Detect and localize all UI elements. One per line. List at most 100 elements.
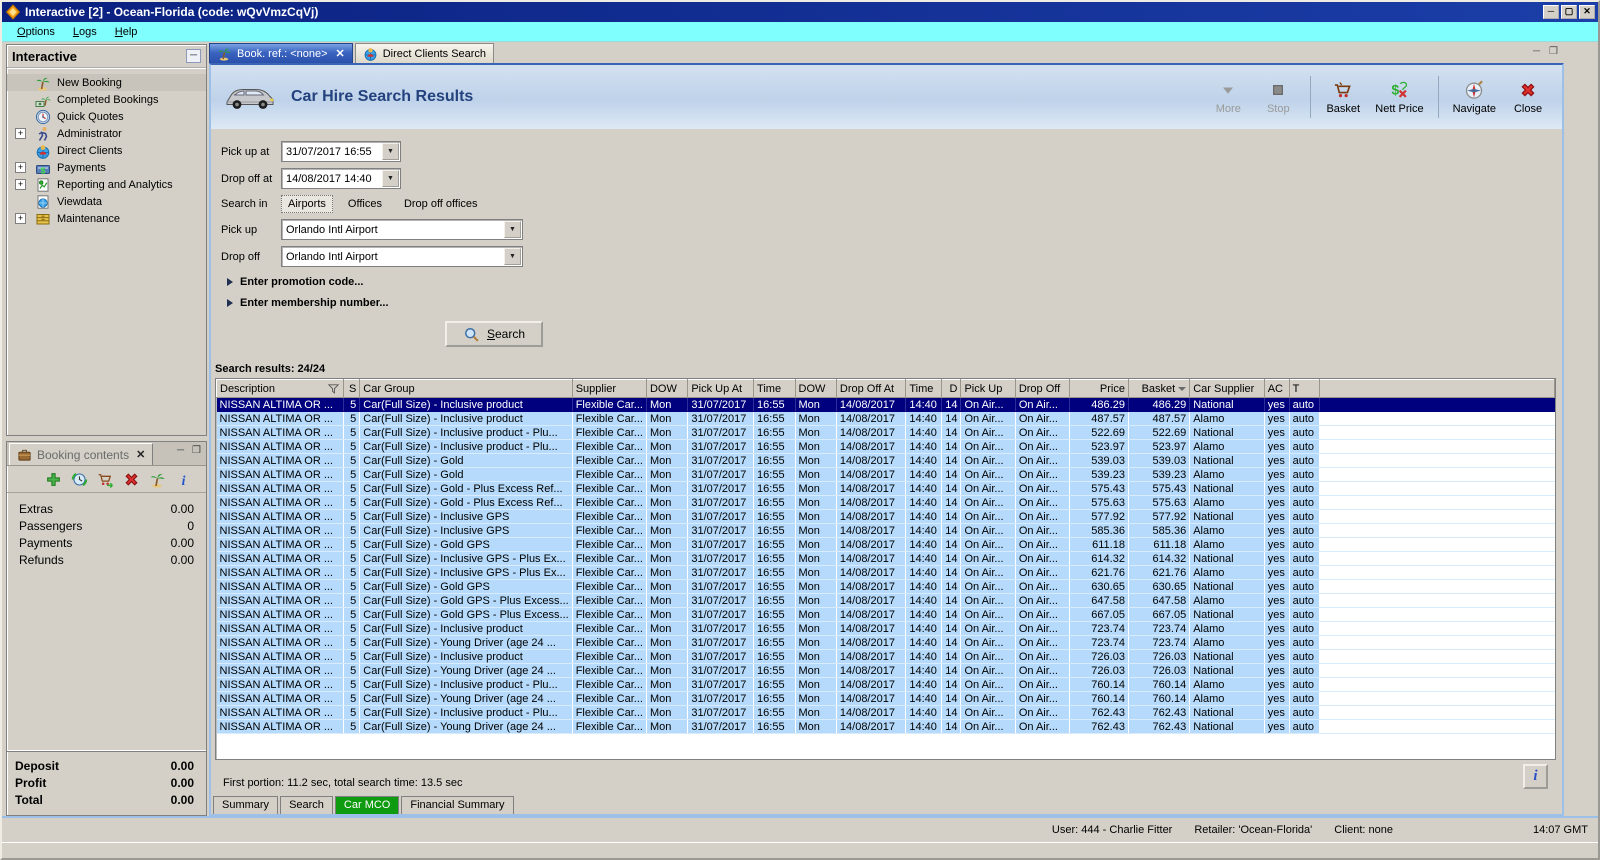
navigate-button[interactable]: Navigate <box>1449 80 1500 115</box>
dropoff-at-field[interactable]: 14/08/2017 14:40 ▼ <box>281 168 401 189</box>
close-button[interactable]: Close <box>1506 80 1550 115</box>
booking-panel-maximize-button[interactable]: ❒ <box>192 445 201 456</box>
tree-expander-icon[interactable]: + <box>15 128 26 139</box>
column-header-price[interactable]: Price <box>1070 380 1129 398</box>
pickup-dropdown-icon[interactable]: ▼ <box>504 221 521 238</box>
collapse-panel-button[interactable]: ─ <box>186 49 201 63</box>
pickup-at-field[interactable]: 31/07/2017 16:55 ▼ <box>281 141 401 162</box>
table-row[interactable]: NISSAN ALTIMA OR ...5Car(Full Size) - In… <box>217 524 1555 538</box>
membership-number-expander[interactable]: Enter membership number... <box>227 297 1562 309</box>
promotion-code-expander[interactable]: Enter promotion code... <box>227 276 1562 288</box>
booking-panel-minimize-button[interactable]: ─ <box>177 445 184 456</box>
table-row[interactable]: NISSAN ALTIMA OR ...5Car(Full Size) - In… <box>217 566 1555 580</box>
bottom-tab-car-mco[interactable]: Car MCO <box>335 796 399 814</box>
table-row[interactable]: NISSAN ALTIMA OR ...5Car(Full Size) - In… <box>217 552 1555 566</box>
dropoff-dropdown-icon[interactable]: ▼ <box>504 248 521 265</box>
dropoff-combobox[interactable]: Orlando Intl Airport ▼ <box>281 246 523 267</box>
close-button[interactable]: ✕ <box>1579 5 1595 19</box>
tree-expander-icon[interactable]: + <box>15 213 26 224</box>
search-in-option-drop-off-offices[interactable]: Drop off offices <box>397 195 485 213</box>
cart-go-icon[interactable] <box>97 471 114 488</box>
table-row[interactable]: NISSAN ALTIMA OR ...5Car(Full Size) - In… <box>217 678 1555 692</box>
table-row[interactable]: NISSAN ALTIMA OR ...5Car(Full Size) - In… <box>217 650 1555 664</box>
menu-item-help[interactable]: Help <box>106 24 147 40</box>
column-header-car-supplier[interactable]: Car Supplier <box>1190 380 1265 398</box>
column-header-basket[interactable]: Basket <box>1128 380 1189 398</box>
tree-expander-icon[interactable]: + <box>15 179 26 190</box>
table-row[interactable]: NISSAN ALTIMA OR ...5Car(Full Size) - In… <box>217 398 1555 412</box>
column-header-t[interactable]: T <box>1289 380 1319 398</box>
tree-expander-icon[interactable]: + <box>15 162 26 173</box>
sidebar-item-new-booking[interactable]: New Booking <box>7 74 206 91</box>
menu-item-logs[interactable]: Logs <box>64 24 106 40</box>
column-header-time[interactable]: Time <box>906 380 942 398</box>
tab-direct-clients-search[interactable]: Direct Clients Search <box>355 43 494 63</box>
column-header-pick-up-at[interactable]: Pick Up At <box>688 380 754 398</box>
minimize-button[interactable]: ─ <box>1543 5 1559 19</box>
column-header-supplier[interactable]: Supplier <box>572 380 646 398</box>
table-row[interactable]: NISSAN ALTIMA OR ...5Car(Full Size) - In… <box>217 622 1555 636</box>
table-row[interactable]: NISSAN ALTIMA OR ...5Car(Full Size) - Go… <box>217 580 1555 594</box>
sidebar-item-administrator[interactable]: +Administrator <box>7 125 206 142</box>
delete-icon[interactable] <box>123 471 140 488</box>
table-row[interactable]: NISSAN ALTIMA OR ...5Car(Full Size) - Go… <box>217 482 1555 496</box>
booking-contents-close-icon[interactable]: ✕ <box>136 448 145 461</box>
info-icon[interactable]: i <box>175 471 192 488</box>
pickup-at-dropdown-icon[interactable]: ▼ <box>382 143 399 160</box>
table-row[interactable]: NISSAN ALTIMA OR ...5Car(Full Size) - Go… <box>217 454 1555 468</box>
column-header-d[interactable]: D <box>942 380 961 398</box>
column-header-drop-off[interactable]: Drop Off <box>1015 380 1070 398</box>
column-header-description[interactable]: Description <box>217 380 344 398</box>
table-row[interactable]: NISSAN ALTIMA OR ...5Car(Full Size) - Yo… <box>217 720 1555 734</box>
column-header-dow[interactable]: DOW <box>646 380 687 398</box>
tab-booking-ref[interactable]: Book. ref.: <none> ✕ <box>209 43 353 63</box>
nett-price-button[interactable]: $Nett Price <box>1371 80 1427 115</box>
sidebar-item-viewdata[interactable]: Viewdata <box>7 193 206 210</box>
info-button[interactable]: i <box>1523 764 1548 789</box>
table-row[interactable]: NISSAN ALTIMA OR ...5Car(Full Size) - In… <box>217 426 1555 440</box>
bottom-tab-summary[interactable]: Summary <box>213 796 278 814</box>
column-header-pick-up[interactable]: Pick Up <box>961 380 1015 398</box>
maximize-button[interactable]: ▢ <box>1561 5 1577 19</box>
palm-icon[interactable] <box>149 471 166 488</box>
search-in-option-offices[interactable]: Offices <box>341 195 389 213</box>
sidebar-item-direct-clients[interactable]: Direct Clients <box>7 142 206 159</box>
mdi-minimize-button[interactable]: ─ <box>1533 46 1540 57</box>
basket-button[interactable]: Basket <box>1321 80 1365 115</box>
table-row[interactable]: NISSAN ALTIMA OR ...5Car(Full Size) - Yo… <box>217 692 1555 706</box>
column-header-drop-off-at[interactable]: Drop Off At <box>836 380 905 398</box>
search-button[interactable]: Search <box>445 321 543 347</box>
table-row[interactable]: NISSAN ALTIMA OR ...5Car(Full Size) - Go… <box>217 468 1555 482</box>
booking-contents-tab[interactable]: Booking contents ✕ <box>9 443 153 465</box>
sidebar-item-payments[interactable]: +$Payments <box>7 159 206 176</box>
table-row[interactable]: NISSAN ALTIMA OR ...5Car(Full Size) - Go… <box>217 538 1555 552</box>
pickup-combobox[interactable]: Orlando Intl Airport ▼ <box>281 219 523 240</box>
column-header-dow[interactable]: DOW <box>795 380 836 398</box>
sidebar-item-quick-quotes[interactable]: Quick Quotes <box>7 108 206 125</box>
sidebar-item-reporting-and-analytics[interactable]: +Reporting and Analytics <box>7 176 206 193</box>
refresh-clock-icon[interactable] <box>71 471 88 488</box>
column-header-car-group[interactable]: Car Group <box>360 380 572 398</box>
dropoff-at-dropdown-icon[interactable]: ▼ <box>382 170 399 187</box>
plus-icon[interactable] <box>45 471 62 488</box>
menu-item-options[interactable]: Options <box>8 24 64 40</box>
bottom-tab-financial-summary[interactable]: Financial Summary <box>401 796 513 814</box>
table-row[interactable]: NISSAN ALTIMA OR ...5Car(Full Size) - Go… <box>217 594 1555 608</box>
table-row[interactable]: NISSAN ALTIMA OR ...5Car(Full Size) - In… <box>217 706 1555 720</box>
column-header-ac[interactable]: AC <box>1264 380 1289 398</box>
table-row[interactable]: NISSAN ALTIMA OR ...5Car(Full Size) - Go… <box>217 496 1555 510</box>
sidebar-item-completed-bookings[interactable]: Completed Bookings <box>7 91 206 108</box>
search-in-option-airports[interactable]: Airports <box>281 195 333 213</box>
bottom-tab-search[interactable]: Search <box>280 796 333 814</box>
table-row[interactable]: NISSAN ALTIMA OR ...5Car(Full Size) - Go… <box>217 608 1555 622</box>
sidebar-item-maintenance[interactable]: +Maintenance <box>7 210 206 227</box>
filter-icon[interactable] <box>327 382 340 395</box>
column-header-time[interactable]: Time <box>754 380 795 398</box>
table-row[interactable]: NISSAN ALTIMA OR ...5Car(Full Size) - In… <box>217 510 1555 524</box>
mdi-restore-button[interactable]: ❒ <box>1549 46 1558 57</box>
table-row[interactable]: NISSAN ALTIMA OR ...5Car(Full Size) - Yo… <box>217 664 1555 678</box>
column-header-s[interactable]: S <box>344 380 360 398</box>
table-row[interactable]: NISSAN ALTIMA OR ...5Car(Full Size) - In… <box>217 412 1555 426</box>
table-row[interactable]: NISSAN ALTIMA OR ...5Car(Full Size) - Yo… <box>217 636 1555 650</box>
table-row[interactable]: NISSAN ALTIMA OR ...5Car(Full Size) - In… <box>217 440 1555 454</box>
